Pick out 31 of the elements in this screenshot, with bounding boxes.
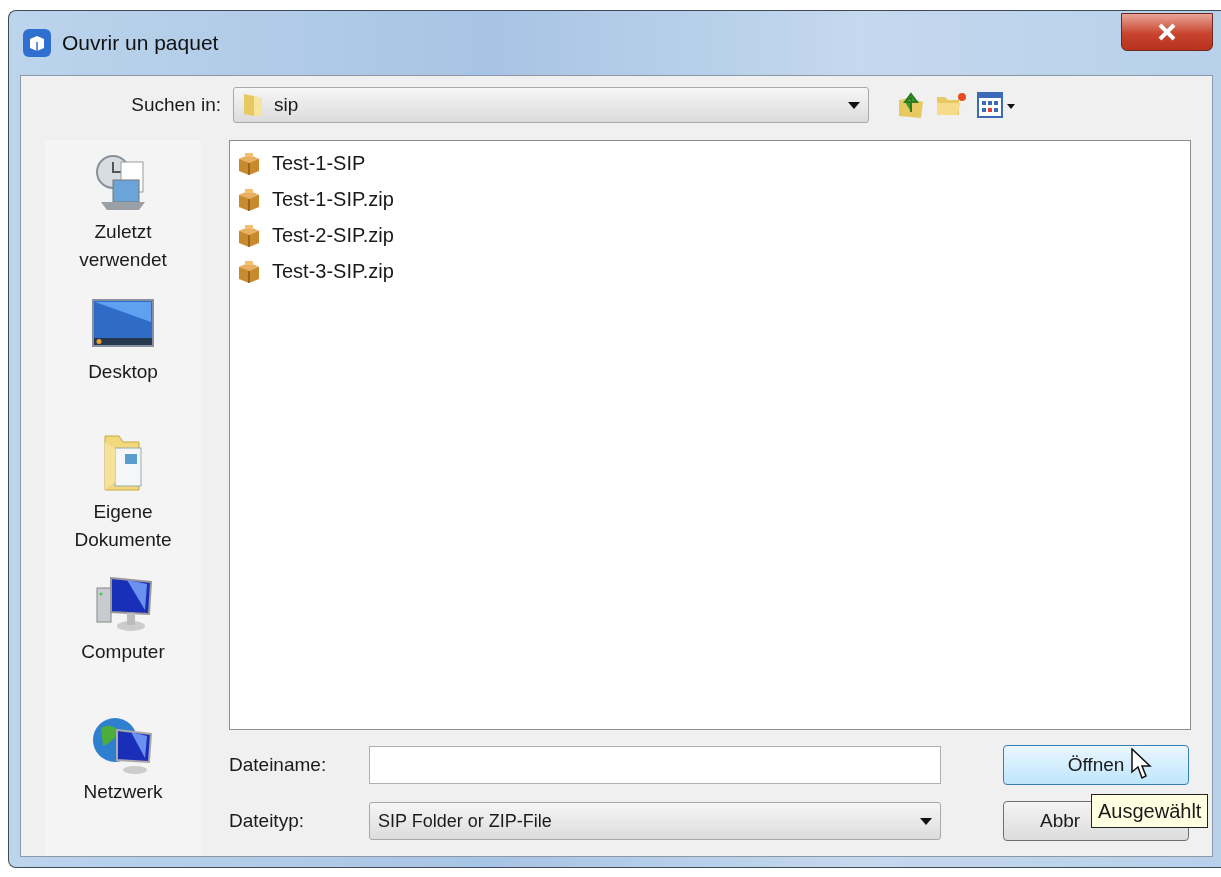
file-name-field[interactable] xyxy=(369,746,941,784)
place-label[interactable]: Netzwerk xyxy=(58,778,188,806)
file-name-label: Dateiname: xyxy=(229,754,328,776)
look-in-label: Suchen in: xyxy=(130,94,221,116)
caret-icon xyxy=(848,101,860,109)
view-menu-icon[interactable] xyxy=(977,91,1017,119)
package-icon xyxy=(236,186,262,212)
file-name[interactable]: Test-3-SIP.zip xyxy=(272,259,394,283)
file-name[interactable]: Test-2-SIP.zip xyxy=(272,223,394,247)
package-icon xyxy=(236,150,262,176)
file-type-dropdown[interactable]: SIP Folder or ZIP-File xyxy=(369,802,941,840)
place-label[interactable]: Computer xyxy=(58,638,188,666)
place-label[interactable]: Eigene Dokumente xyxy=(58,498,188,554)
package-icon xyxy=(236,258,262,284)
folder-icon xyxy=(242,92,264,118)
file-name[interactable]: Test-1-SIP.zip xyxy=(272,187,394,211)
window-title: Ouvrir un paquet xyxy=(62,31,220,55)
file-type-label: Dateityp: xyxy=(229,810,305,832)
mouse-cursor-icon xyxy=(1131,748,1153,780)
folder-up-icon[interactable] xyxy=(897,90,925,120)
close-icon xyxy=(1156,23,1178,41)
caret-icon xyxy=(920,817,932,825)
file-name[interactable]: Test-1-SIP xyxy=(272,151,366,175)
place-label[interactable]: Desktop xyxy=(58,358,188,386)
tooltip: Ausgewählt xyxy=(1091,794,1209,828)
close-button[interactable] xyxy=(1121,13,1213,51)
look-in-dropdown[interactable]: sip xyxy=(233,87,869,123)
package-icon xyxy=(22,28,52,58)
open-button[interactable]: Öffnen xyxy=(1003,745,1189,785)
place-label[interactable]: Zuletzt verwendet xyxy=(58,218,188,274)
package-icon xyxy=(236,222,262,248)
